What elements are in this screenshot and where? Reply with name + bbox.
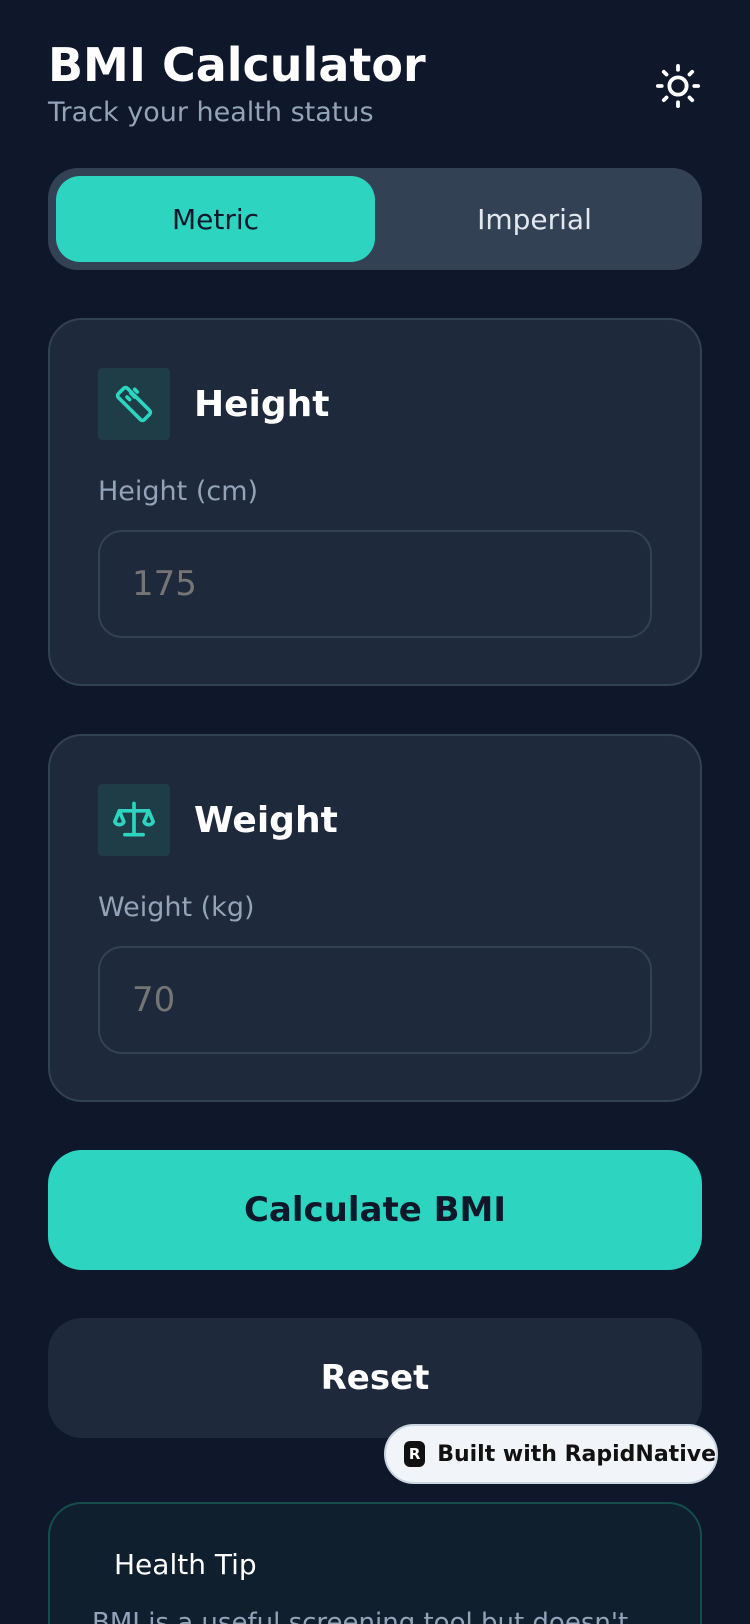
- theme-toggle-button[interactable]: [650, 58, 706, 114]
- built-with-rapidnative-badge[interactable]: R Built with RapidNative: [384, 1424, 718, 1484]
- height-icon-box: [98, 368, 170, 440]
- calculate-bmi-button[interactable]: Calculate BMI: [48, 1150, 702, 1270]
- scale-icon: [112, 801, 156, 837]
- unit-toggle: Metric Imperial: [48, 168, 702, 270]
- weight-card-header: Weight: [98, 784, 338, 856]
- reset-button[interactable]: Reset: [48, 1318, 702, 1438]
- page-title: BMI Calculator: [48, 38, 426, 92]
- height-card-header: Height: [98, 368, 330, 440]
- health-tip-title: Health Tip: [114, 1548, 257, 1581]
- header: BMI Calculator Track your health status: [48, 36, 426, 130]
- height-field-label: Height (cm): [98, 476, 259, 507]
- bmi-calculator-screen: BMI Calculator Track your health status …: [0, 0, 750, 1624]
- page-subtitle: Track your health status: [48, 97, 374, 128]
- unit-option-metric[interactable]: Metric: [56, 176, 375, 262]
- rapidnative-logo-icon: R: [404, 1441, 426, 1467]
- weight-input[interactable]: [98, 946, 652, 1054]
- health-tip-card: Health Tip BMI is a useful screening too…: [48, 1502, 702, 1624]
- weight-card-title: Weight: [194, 799, 338, 841]
- sun-icon: [655, 63, 701, 109]
- badge-label: Built with RapidNative: [437, 1441, 716, 1467]
- unit-option-imperial[interactable]: Imperial: [375, 176, 694, 262]
- weight-card: Weight Weight (kg): [48, 734, 702, 1102]
- health-tip-text: BMI is a useful screening tool but doesn…: [92, 1608, 629, 1624]
- ruler-icon: [115, 385, 153, 423]
- height-input[interactable]: [98, 530, 652, 638]
- height-card: Height Height (cm): [48, 318, 702, 686]
- weight-icon-box: [98, 784, 170, 856]
- height-card-title: Height: [194, 383, 330, 425]
- weight-field-label: Weight (kg): [98, 892, 255, 923]
